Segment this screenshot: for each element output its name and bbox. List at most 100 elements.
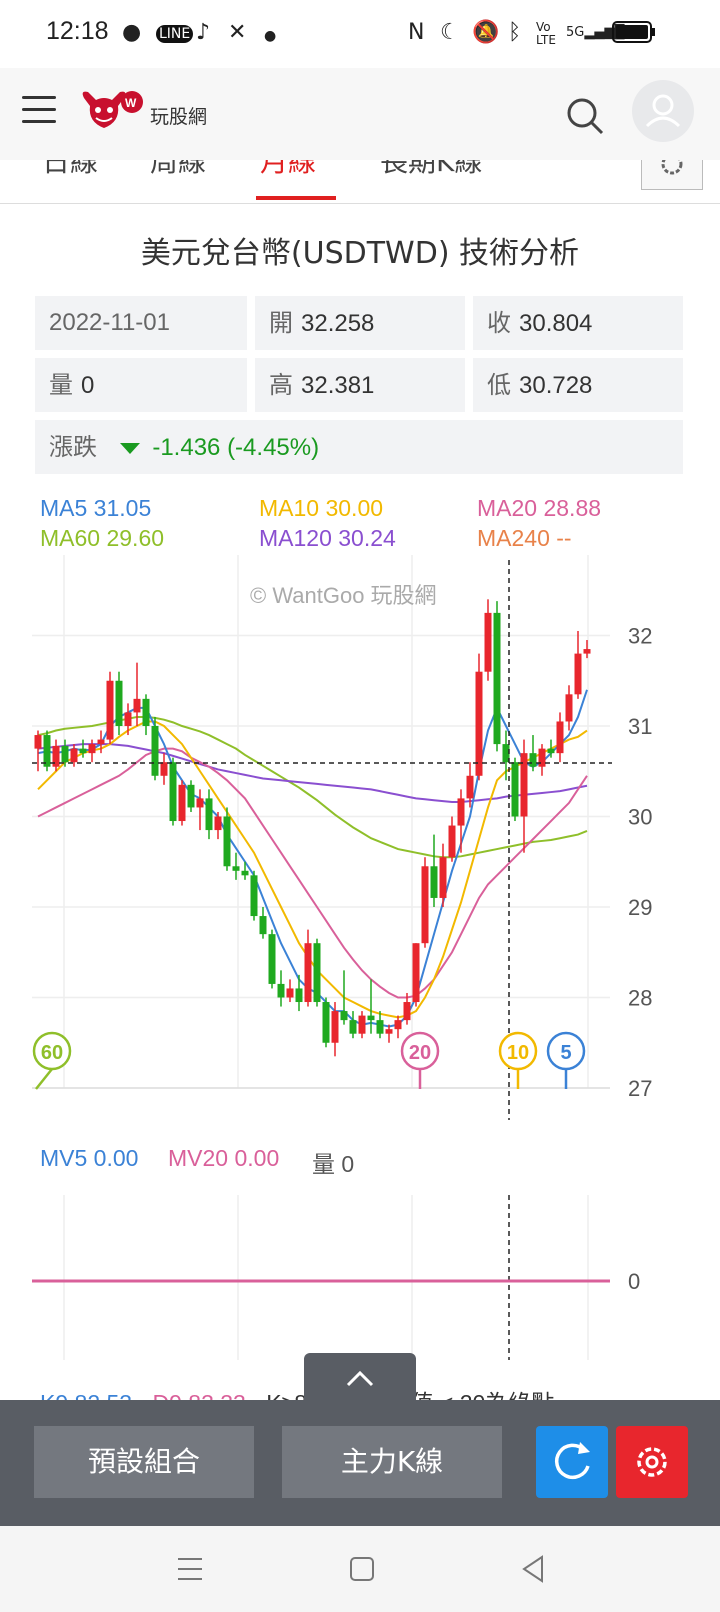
line-icon: LINE [156,25,194,43]
candle-body [466,775,474,799]
candle-body [367,1015,375,1021]
candle-body [241,870,249,876]
active-tab-indicator [256,196,336,200]
candle-body [34,735,42,749]
candle [457,789,465,853]
dot-icon: ● [264,28,277,44]
candle-body [448,825,456,858]
candle-body [268,934,276,984]
candle-body [421,866,429,944]
candle [187,780,195,812]
quote-close: 收 30.804 [473,296,683,350]
gear-icon [637,1447,667,1477]
candle-body [565,694,573,722]
candle-body [178,784,186,822]
candle-body [70,748,78,763]
wantgoo-logo-icon[interactable]: W [78,88,148,134]
candle-body [331,1011,339,1043]
refresh-button[interactable] [536,1426,608,1498]
candle [358,1011,366,1039]
home-icon[interactable] [349,1556,375,1582]
recent-apps-icon[interactable] [176,1556,204,1582]
candle [34,730,42,772]
candle-body [511,762,519,817]
candle [412,943,420,1007]
ma-marker-label: 10 [507,1042,529,1064]
candle [223,807,231,871]
y-tick-31: 31 [628,714,652,739]
candle-body [349,1020,357,1034]
user-avatar[interactable] [632,80,694,142]
ma240-legend: MA240 -- [477,525,572,551]
candle [286,979,294,1003]
candle-body [232,866,240,871]
candle [556,712,564,763]
candle [142,694,150,736]
candle-body [412,943,420,1003]
candle-body [277,983,285,998]
back-icon[interactable] [520,1554,546,1584]
candle-body [529,753,537,767]
tab-monthly[interactable]: 月線 [260,160,316,180]
x-icon: ✕ [228,20,247,45]
tab-weekly[interactable]: 周線 [150,160,206,180]
quote-open: 開 32.258 [255,296,465,350]
candle-body [142,698,150,726]
preset-combo-button[interactable]: 預設組合 [34,1426,254,1498]
menu-icon[interactable] [22,96,56,124]
candle-body [115,680,123,726]
candle-body [187,784,195,808]
candle-body [259,916,267,935]
battery-icon [612,21,655,43]
candle [196,789,204,831]
tab-daily[interactable]: 日線 [42,160,98,180]
candle-body [295,988,303,1003]
ma-marker-label: 60 [41,1042,63,1064]
chart-settings-button[interactable] [616,1426,688,1498]
tab-long-term[interactable]: 長期K線 [380,160,482,180]
candle-body [304,943,312,1003]
ma120-legend: MA120 30.24 [259,525,396,551]
candle [538,744,546,776]
chevron-up-icon [346,1370,374,1387]
quote-change: 漲跌 -1.436 (-4.45%) [35,420,683,474]
ma5-line [37,689,588,1028]
candle [583,640,591,659]
volume-zero-tick: 0 [628,1269,640,1294]
candle-body [556,721,564,754]
candle [268,929,276,989]
candle [43,730,51,772]
tab-settings-button[interactable] [641,153,703,190]
candle [475,653,483,781]
candle-body [196,798,204,808]
volume-chart[interactable]: 0 [0,1195,720,1365]
candle [151,716,159,781]
candle-body [430,866,438,898]
candle-body [475,671,483,776]
expand-panel-button[interactable] [304,1353,416,1403]
gear-icon [661,153,683,175]
main-force-k-button[interactable]: 主力K線 [282,1426,502,1498]
mute-icon: 🔕 [472,20,500,45]
candle-body [250,875,258,917]
y-tick-27: 27 [628,1076,652,1101]
candle-body [169,762,177,822]
ma-marker-label: 5 [560,1042,571,1064]
candle-body [394,1020,402,1030]
y-tick-32: 32 [628,624,652,649]
candle-body [340,1011,348,1021]
candle [574,630,582,699]
candle [106,671,114,745]
candle [349,1011,357,1039]
user-icon [645,94,681,128]
candlestick-chart[interactable]: 33 32 31 30 29 28 27 60 20 10 5 [0,555,720,1135]
candle-body [61,745,69,763]
candle-body [439,857,447,898]
candle-body [205,798,213,831]
search-icon[interactable] [565,96,605,136]
messenger-icon: ● [122,20,142,45]
tiktok-icon: ♪ [196,20,211,45]
candle [52,739,60,772]
y-tick-33: 33 [628,555,652,558]
candle-body [124,712,132,726]
